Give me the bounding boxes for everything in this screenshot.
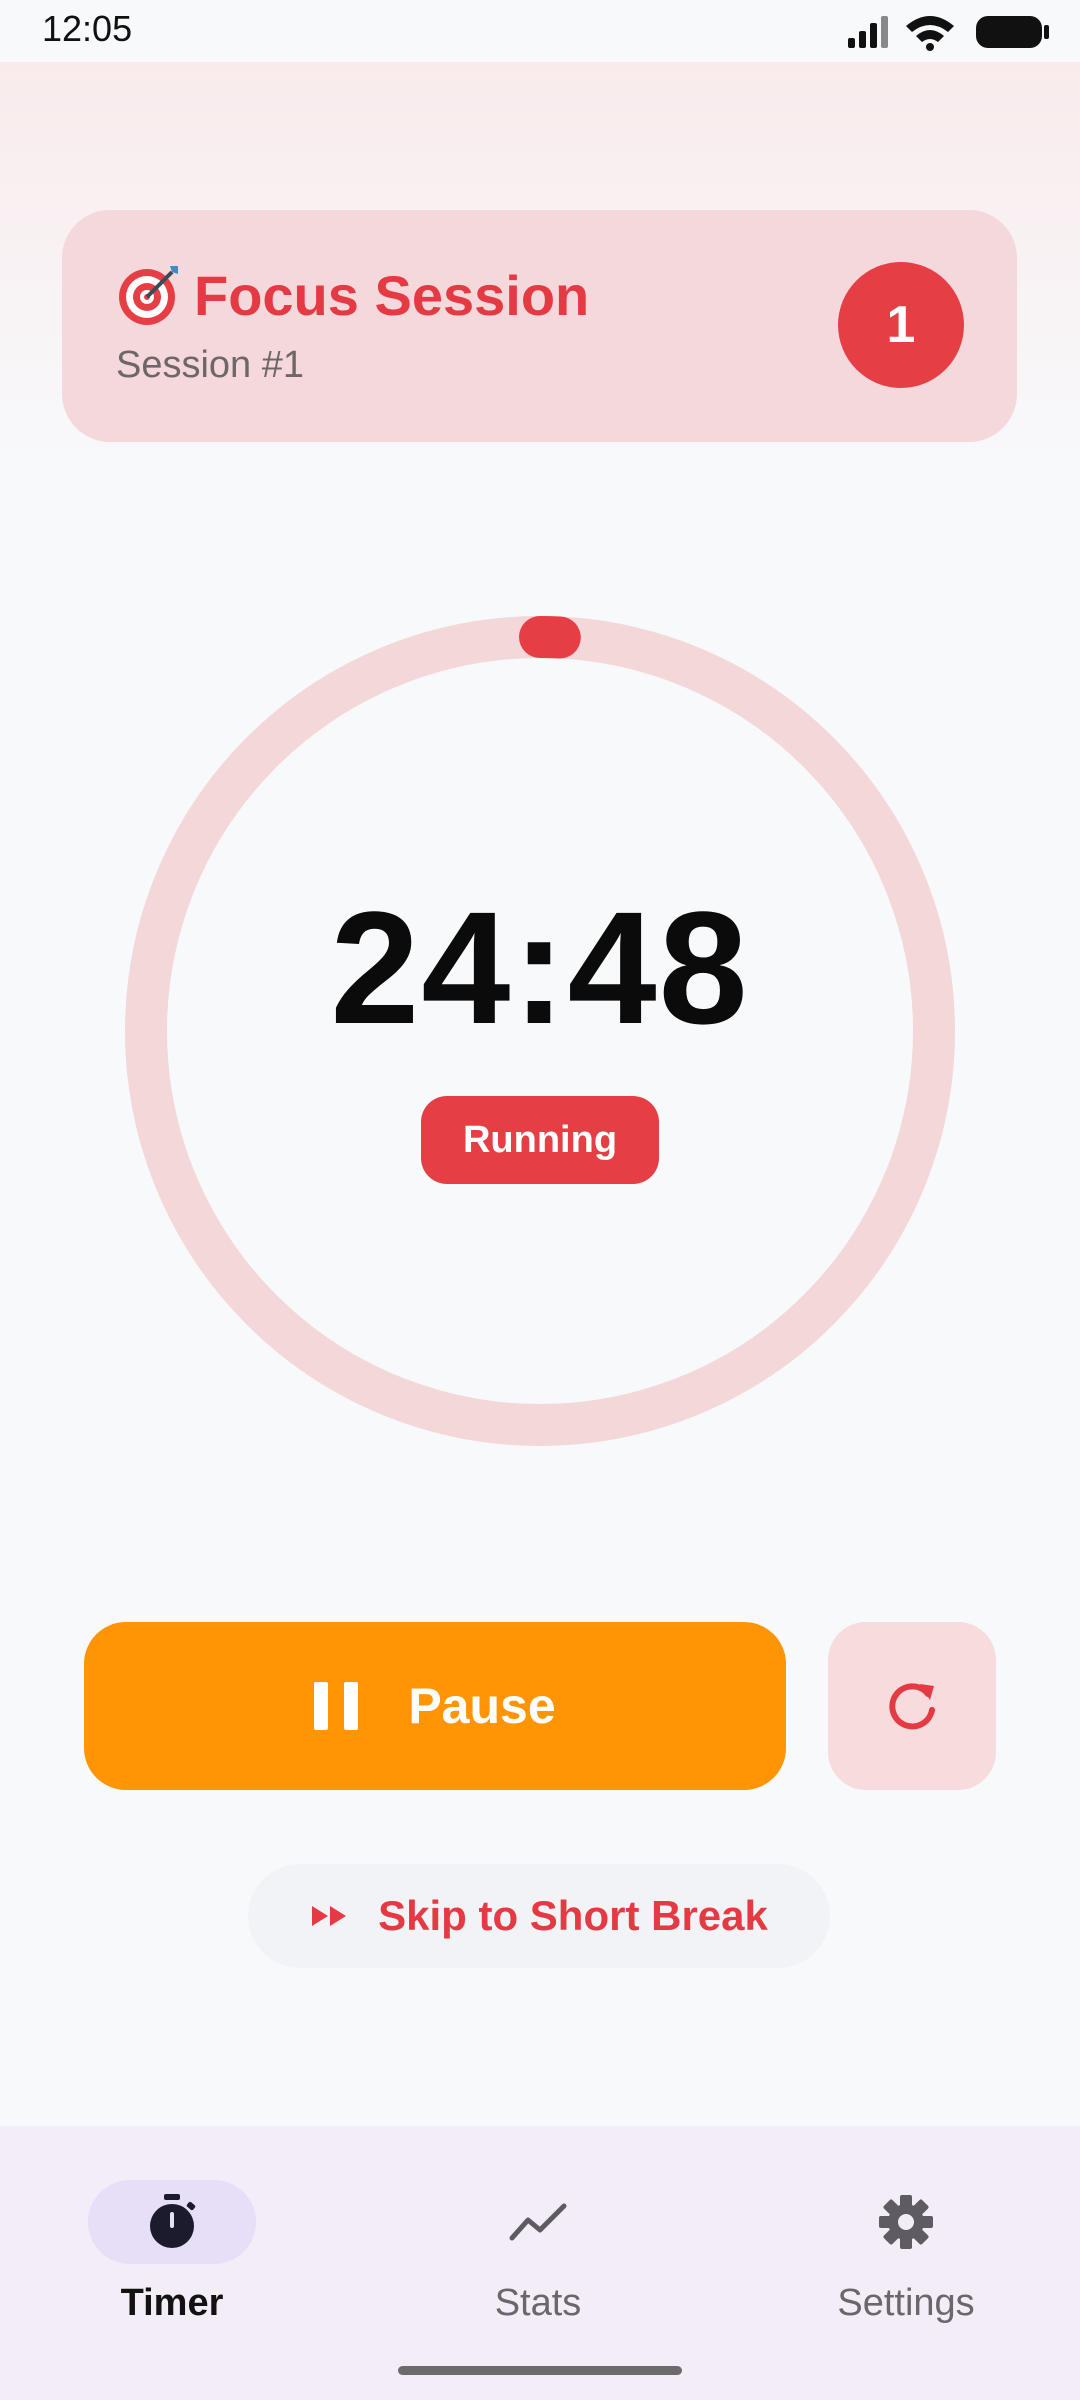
bottom-nav: Timer Stats Settings — [0, 2126, 1080, 2400]
pause-button[interactable]: Pause — [84, 1622, 786, 1790]
trend-line-icon — [509, 2203, 567, 2241]
session-card: Focus Session Session #1 1 — [62, 210, 1017, 442]
nav-item-settings[interactable]: Settings — [792, 2152, 1032, 2352]
session-count-badge: 1 — [838, 262, 964, 388]
status-icons — [848, 16, 1049, 51]
battery-icon — [976, 16, 1049, 48]
reset-button[interactable] — [828, 1622, 996, 1790]
pause-icon — [314, 1682, 359, 1730]
status-time: 12:05 — [42, 8, 133, 49]
nav-item-stats[interactable]: Stats — [424, 2152, 664, 2352]
target-icon — [119, 266, 178, 325]
nav-label-timer: Timer — [120, 2282, 224, 2324]
session-title: Focus Session — [194, 263, 590, 327]
nav-active-indicator — [88, 2180, 256, 2264]
stopwatch-icon — [150, 2194, 196, 2248]
timer-ring: 24:48 Running — [125, 616, 955, 1446]
skip-to-break-button[interactable]: Skip to Short Break — [248, 1864, 830, 1968]
nav-icon-container — [822, 2180, 990, 2264]
home-indicator — [398, 2366, 682, 2375]
nav-item-timer[interactable]: Timer — [58, 2152, 298, 2352]
nav-label-settings: Settings — [837, 2282, 975, 2324]
status-bar: 12:05 — [0, 0, 1080, 62]
signal-icon — [848, 16, 888, 48]
session-title-row: Focus Session — [116, 262, 589, 328]
session-subtitle: Session #1 — [116, 344, 305, 386]
nav-label-stats: Stats — [494, 2282, 582, 2324]
gear-icon — [879, 2195, 933, 2249]
nav-icon-container — [454, 2180, 622, 2264]
wifi-icon — [906, 16, 954, 51]
skip-label: Skip to Short Break — [378, 1892, 768, 1939]
pause-label: Pause — [408, 1678, 556, 1734]
refresh-icon — [889, 1683, 935, 1730]
time-remaining: 24:48 — [330, 878, 750, 1057]
fast-forward-icon — [312, 1906, 347, 1926]
timer-state-badge: Running — [421, 1096, 659, 1184]
